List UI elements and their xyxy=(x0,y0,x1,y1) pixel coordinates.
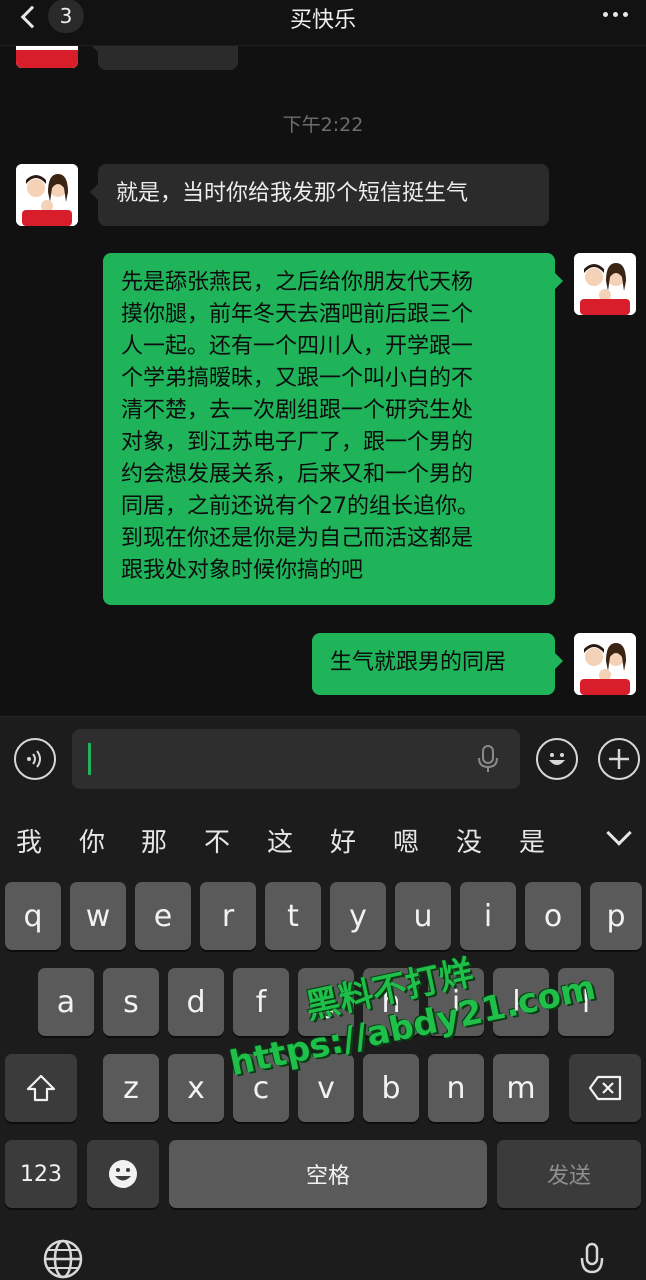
message-line: 同居，之前还说有个27的组长追你。 xyxy=(121,494,479,519)
candidate[interactable]: 好 xyxy=(330,822,356,859)
key-w[interactable]: w xyxy=(70,882,126,950)
avatar-contact[interactable] xyxy=(16,46,78,68)
key-i[interactable]: i xyxy=(460,882,516,950)
avatar-contact[interactable] xyxy=(16,164,78,226)
candidate[interactable]: 那 xyxy=(141,822,167,859)
text-caret xyxy=(88,743,91,775)
key-e[interactable]: e xyxy=(135,882,191,950)
numbers-key[interactable]: 123 xyxy=(5,1140,77,1208)
message-line: 跟我处对象时候你搞的吧 xyxy=(121,558,364,583)
time-divider: 下午2:22 xyxy=(282,114,364,136)
key-p[interactable]: p xyxy=(590,882,642,950)
key-k[interactable]: k xyxy=(493,968,549,1036)
message-line: 到现在你还是你是为自己而活这都是 xyxy=(121,526,474,551)
emoji-key[interactable] xyxy=(87,1140,159,1208)
key-s[interactable]: s xyxy=(103,968,159,1036)
candidate[interactable]: 嗯 xyxy=(393,822,419,859)
message-line: 先是舔张燕民，之后给你朋友代天杨 xyxy=(121,270,474,295)
avatar-self[interactable] xyxy=(574,633,636,695)
candidate[interactable]: 这 xyxy=(267,822,293,859)
key-r[interactable]: r xyxy=(200,882,256,950)
key-v[interactable]: v xyxy=(298,1054,354,1122)
key-b[interactable]: b xyxy=(363,1054,419,1122)
candidate[interactable]: 不 xyxy=(204,822,230,859)
key-d[interactable]: d xyxy=(168,968,224,1036)
key-n[interactable]: n xyxy=(428,1054,484,1122)
message-line: 个学弟搞暧昧，又跟一个叫小白的不 xyxy=(121,366,474,391)
message-line: 约会想发展关系，后来又和一个男的 xyxy=(121,462,474,487)
key-x[interactable]: x xyxy=(168,1054,224,1122)
message-bubble-sent[interactable]: 生气就跟男的同居 xyxy=(312,633,563,695)
message-text: 就是，当时你给我发那个短信挺生气 xyxy=(116,181,469,206)
plus-icon[interactable] xyxy=(598,738,640,780)
key-l[interactable]: l xyxy=(558,968,614,1036)
emoji-icon xyxy=(109,1160,137,1188)
space-key[interactable]: 空格 xyxy=(169,1140,487,1208)
message-bubble-sent[interactable]: 先是舔张燕民，之后给你朋友代天杨 摸你腿，前年冬天去酒吧前后跟三个 人一起。还有… xyxy=(103,253,563,605)
key-z[interactable]: z xyxy=(103,1054,159,1122)
key-h[interactable]: h xyxy=(363,968,419,1036)
keyboard: q w e r t y u i o p a s d f g h j k l z … xyxy=(0,882,646,1280)
message-list: 下午2:22 就是，当时你给我发那个短信挺生气 先是舔张燕民，之后给你朋友代天杨… xyxy=(0,46,646,716)
message-line: 清不楚，去一次剧组跟一个研究生处 xyxy=(121,398,474,423)
message-text: 生气就跟男的同居 xyxy=(330,650,507,675)
message-bubble-received[interactable]: 就是，当时你给我发那个短信挺生气 xyxy=(90,164,549,226)
chat-title: 买快乐 xyxy=(289,8,356,33)
candidate[interactable]: 你 xyxy=(79,822,105,859)
candidate-fade xyxy=(554,800,590,882)
key-c[interactable]: c xyxy=(233,1054,289,1122)
message-bubble-previous[interactable] xyxy=(90,46,238,70)
message-line: 人一起。还有一个四川人，开学跟一 xyxy=(121,334,474,359)
backspace-icon xyxy=(588,1075,622,1101)
voice-icon[interactable] xyxy=(14,738,56,780)
avatar-couple-icon xyxy=(574,253,636,315)
input-bar xyxy=(0,716,646,800)
message-line: 摸你腿，前年冬天去酒吧前后跟三个 xyxy=(121,302,474,327)
key-u[interactable]: u xyxy=(395,882,451,950)
emoji-icon[interactable] xyxy=(536,738,578,780)
key-a[interactable]: a xyxy=(38,968,94,1036)
message-input[interactable] xyxy=(72,729,520,789)
more-icon[interactable] xyxy=(603,12,628,17)
candidate[interactable]: 我 xyxy=(16,822,42,859)
avatar-couple-icon xyxy=(16,164,78,226)
backspace-key[interactable] xyxy=(569,1054,641,1122)
key-m[interactable]: m xyxy=(493,1054,549,1122)
message-line: 对象，到江苏电子厂了，跟一个男的 xyxy=(121,430,474,455)
candidate[interactable]: 没 xyxy=(456,822,482,859)
candidate[interactable]: 是 xyxy=(519,822,545,859)
globe-icon[interactable] xyxy=(42,1238,84,1280)
avatar-self[interactable] xyxy=(574,253,636,315)
avatar-couple-icon xyxy=(574,633,636,695)
chat-header: 3 买快乐 xyxy=(0,0,646,46)
key-f[interactable]: f xyxy=(233,968,289,1036)
dictation-icon[interactable] xyxy=(580,1242,604,1280)
key-q[interactable]: q xyxy=(5,882,61,950)
chevron-down-icon[interactable] xyxy=(606,820,632,846)
ime-candidate-bar: 我 你 那 不 这 好 嗯 没 是 xyxy=(0,800,646,882)
key-g[interactable]: g xyxy=(298,968,354,1036)
key-t[interactable]: t xyxy=(265,882,321,950)
shift-icon xyxy=(26,1074,56,1102)
send-key[interactable]: 发送 xyxy=(497,1140,641,1208)
key-y[interactable]: y xyxy=(330,882,386,950)
microphone-icon[interactable] xyxy=(478,745,498,773)
key-j[interactable]: j xyxy=(428,968,484,1036)
key-o[interactable]: o xyxy=(525,882,581,950)
shift-key[interactable] xyxy=(5,1054,77,1122)
